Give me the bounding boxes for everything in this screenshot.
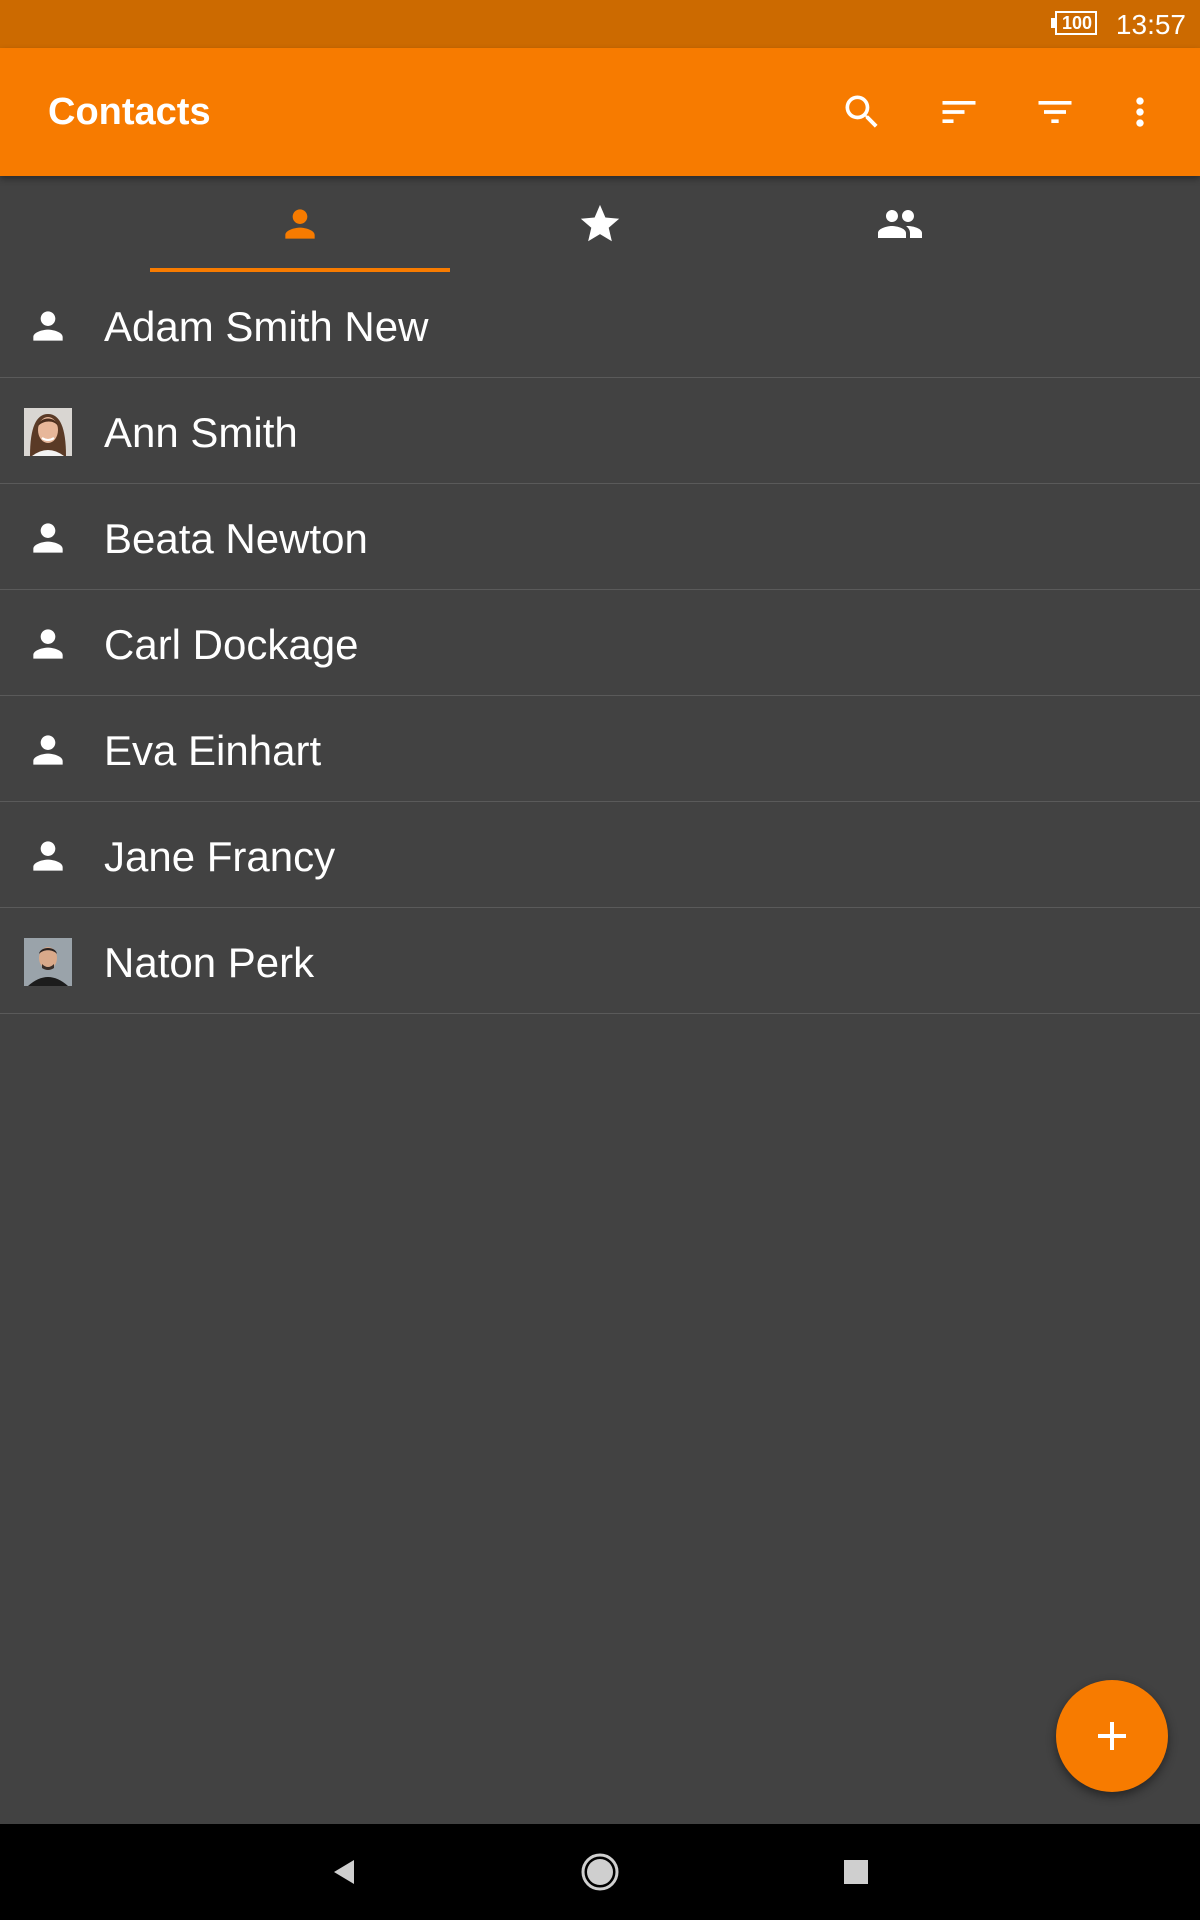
navigation-bar xyxy=(0,1824,1200,1920)
person-icon xyxy=(33,841,63,871)
tab-contacts[interactable] xyxy=(150,176,450,272)
person-icon xyxy=(33,523,63,553)
contact-name: Jane Francy xyxy=(104,833,336,880)
search-button[interactable] xyxy=(830,80,894,144)
sort-button[interactable] xyxy=(927,80,991,144)
contact-name: Carl Dockage xyxy=(104,621,359,668)
list-item[interactable]: Adam Smith New xyxy=(0,272,1200,378)
contact-avatar xyxy=(22,830,74,882)
contact-photo xyxy=(24,938,72,986)
more-vert-icon xyxy=(1136,97,1144,127)
search-icon xyxy=(845,95,878,128)
person-icon xyxy=(33,629,63,659)
clock: 13:57 xyxy=(1115,9,1186,40)
person-icon xyxy=(285,209,315,239)
contact-name: Adam Smith New xyxy=(104,303,429,350)
contact-avatar xyxy=(22,300,74,352)
star-icon xyxy=(580,204,620,242)
home-button[interactable] xyxy=(572,1844,628,1900)
tab-favorites[interactable] xyxy=(450,176,750,272)
contact-photo xyxy=(24,408,72,456)
list-item[interactable]: Ann Smith xyxy=(0,378,1200,484)
more-options-button[interactable] xyxy=(1108,80,1172,144)
recents-button[interactable] xyxy=(828,1844,884,1900)
back-button[interactable] xyxy=(316,1844,372,1900)
list-item[interactable]: Carl Dockage xyxy=(0,590,1200,696)
recents-square-icon xyxy=(844,1860,868,1884)
back-triangle-icon xyxy=(334,1860,354,1884)
contact-name: Eva Einhart xyxy=(104,727,322,774)
add-contact-button[interactable] xyxy=(1056,1680,1168,1792)
person-icon xyxy=(33,311,63,341)
group-icon xyxy=(878,210,922,238)
contact-name: Ann Smith xyxy=(104,409,298,456)
contact-avatar xyxy=(22,512,74,564)
app-bar: Contacts xyxy=(0,48,1200,176)
contact-avatar xyxy=(22,618,74,670)
add-icon xyxy=(1098,1722,1126,1750)
status-bar: 100 13:57 xyxy=(0,0,1200,48)
tab-groups[interactable] xyxy=(750,176,1050,272)
filter-button[interactable] xyxy=(1023,80,1087,144)
tab-bar xyxy=(0,176,1200,272)
contacts-list: Adam Smith New Ann Smith Beata Newton Ca… xyxy=(0,272,1200,1014)
filter-icon xyxy=(1038,101,1072,123)
sort-icon xyxy=(942,101,976,123)
page-title: Contacts xyxy=(48,91,211,133)
list-item[interactable]: Naton Perk xyxy=(0,908,1200,1014)
contact-avatar xyxy=(22,724,74,776)
person-icon xyxy=(33,735,63,765)
battery-level: 100 xyxy=(1061,13,1093,33)
contact-name: Naton Perk xyxy=(104,939,315,986)
list-item[interactable]: Beata Newton xyxy=(0,484,1200,590)
list-item[interactable]: Jane Francy xyxy=(0,802,1200,908)
list-item[interactable]: Eva Einhart xyxy=(0,696,1200,802)
contact-name: Beata Newton xyxy=(104,515,368,562)
home-circle-icon xyxy=(581,1853,619,1891)
